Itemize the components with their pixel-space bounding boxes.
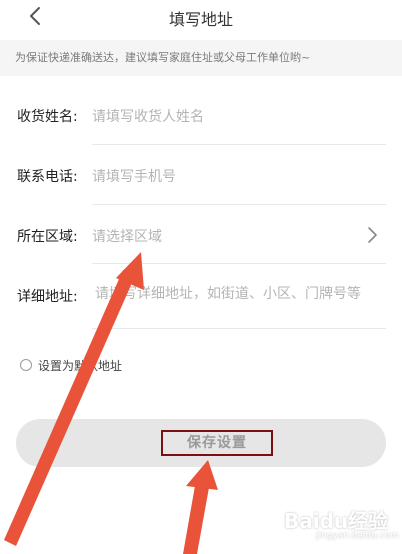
divider (92, 328, 386, 329)
divider (92, 263, 386, 264)
chevron-right-icon[interactable] (365, 226, 379, 244)
address-input[interactable]: 请填写详细地址，如街道、小区、门牌号等 (95, 285, 375, 303)
notice-banner: 为保证快递准确送达，建议填写家庭住址或父母工作单位哟~ (0, 40, 402, 76)
region-label: 所在区域: (17, 229, 78, 245)
save-button-label: 保存设置 (161, 430, 273, 456)
address-label: 详细地址: (17, 289, 78, 305)
radio-button[interactable] (20, 359, 32, 371)
divider (92, 144, 386, 145)
divider (92, 204, 386, 205)
watermark: Baidu经验 (284, 509, 389, 533)
arrow-shaft (183, 480, 210, 554)
name-label: 收货姓名: (17, 109, 78, 125)
default-address-label: 设置为默认地址 (38, 359, 123, 373)
phone-label: 联系电话: (17, 169, 78, 185)
phone-input[interactable]: 请填写手机号 (92, 166, 176, 186)
name-input[interactable]: 请填写收货人姓名 (92, 106, 204, 126)
watermark-sub: jingyan.baidu.com (316, 531, 400, 541)
header-bar: 填写地址 (0, 0, 402, 36)
page-title: 填写地址 (168, 10, 233, 29)
region-select[interactable]: 请选择区域 (92, 226, 162, 246)
